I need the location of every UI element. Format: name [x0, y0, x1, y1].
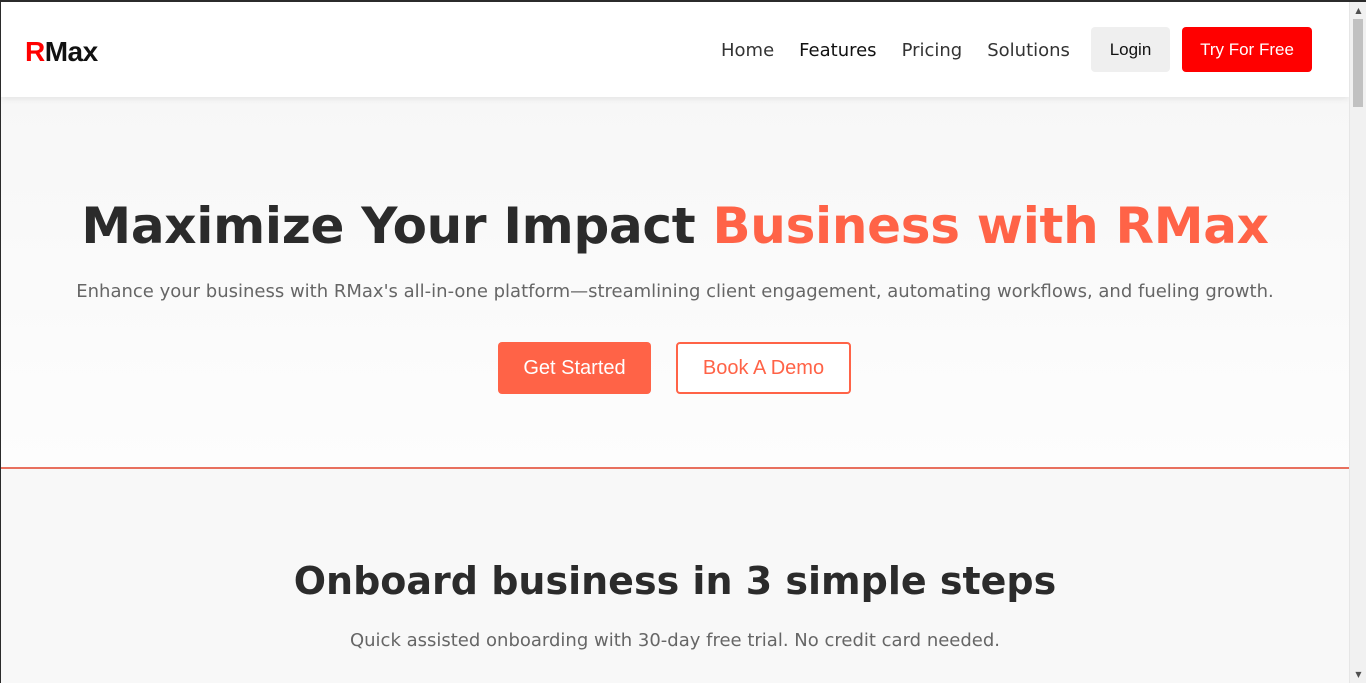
- page: RMax Home Features Pricing Solutions Log…: [1, 2, 1349, 683]
- nav-home[interactable]: Home: [721, 40, 774, 61]
- scroll-up-icon[interactable]: ▲: [1350, 2, 1366, 19]
- nav-solutions[interactable]: Solutions: [987, 40, 1070, 61]
- hero-title: Maximize Your Impact Business with RMax: [1, 197, 1349, 255]
- hero-subtitle: Enhance your business with RMax's all-in…: [76, 281, 1274, 302]
- hero-title-main: Maximize Your Impact: [81, 197, 713, 255]
- hero-title-accent: Business with RMax: [712, 197, 1269, 255]
- get-started-button[interactable]: Get Started: [498, 342, 651, 394]
- onboarding-subtitle: Quick assisted onboarding with 30-day fr…: [349, 630, 1001, 651]
- onboarding-title: Onboard business in 3 simple steps: [293, 559, 1057, 603]
- logo-text: Max: [44, 36, 98, 67]
- scroll-down-icon[interactable]: ▼: [1350, 666, 1366, 683]
- onboarding-section: Onboard business in 3 simple steps Quick…: [1, 469, 1349, 683]
- book-demo-button[interactable]: Book A Demo: [676, 342, 851, 394]
- site-header: RMax Home Features Pricing Solutions Log…: [1, 2, 1349, 97]
- logo-letter-r: R: [25, 36, 45, 67]
- logo[interactable]: RMax: [25, 36, 98, 68]
- login-button[interactable]: Login: [1091, 27, 1170, 72]
- main-nav: Home Features Pricing Solutions: [721, 40, 1095, 61]
- try-for-free-button[interactable]: Try For Free: [1182, 27, 1312, 72]
- nav-pricing[interactable]: Pricing: [902, 40, 963, 61]
- hero-section: Maximize Your Impact Business with RMax …: [1, 97, 1349, 469]
- nav-features[interactable]: Features: [799, 40, 876, 61]
- vertical-scrollbar[interactable]: ▲ ▼: [1349, 2, 1366, 683]
- scroll-thumb[interactable]: [1353, 19, 1363, 107]
